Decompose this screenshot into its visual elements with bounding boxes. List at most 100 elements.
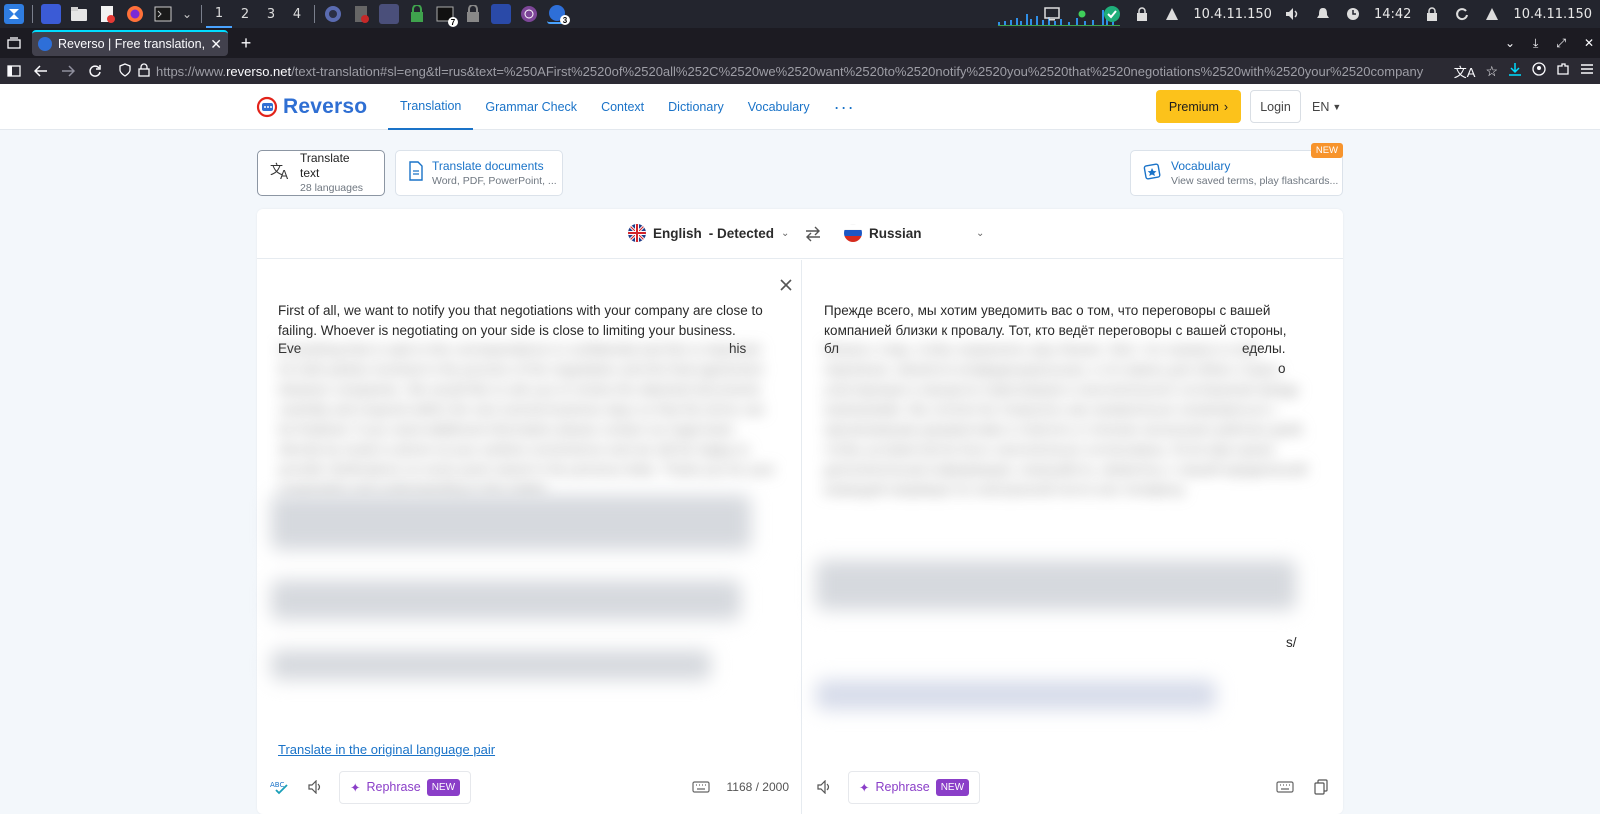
workspace-3[interactable]: 3 — [258, 0, 284, 28]
copy-icon[interactable] — [1310, 776, 1332, 798]
lock-status-icon[interactable] — [1133, 5, 1151, 23]
premium-label: Premium — [1168, 99, 1219, 114]
nav-vocabulary[interactable]: Vocabulary — [736, 84, 822, 130]
new-tab-button[interactable]: + — [232, 30, 260, 56]
clear-text-icon[interactable] — [779, 278, 793, 292]
address-bar[interactable]: https://www.reverso.net/text-translation… — [118, 59, 1440, 83]
target-text-area: Прежде всего, мы хотим уведомить вас о т… — [802, 260, 1343, 814]
target-language-select[interactable]: Russian ⌄ — [844, 224, 984, 242]
minimize-icon[interactable]: ⤓ — [1533, 36, 1538, 51]
spellcheck-icon[interactable]: ABC — [269, 776, 291, 798]
nav-translation[interactable]: Translation — [388, 84, 474, 130]
more-menu-icon[interactable]: ··· — [822, 84, 867, 130]
site-header: Reverso Translation Grammar Check Contex… — [0, 84, 1600, 130]
pdf-app-icon[interactable] — [351, 4, 371, 24]
keyring-icon[interactable] — [463, 4, 483, 24]
browser-tab-reverso[interactable]: Reverso | Free translation, d ✕ — [32, 30, 228, 56]
rephrase-button[interactable]: ✦ Rephrase NEW — [339, 770, 472, 804]
swap-languages-icon[interactable] — [802, 224, 824, 244]
screen-lock-icon[interactable] — [1423, 5, 1441, 23]
detected-label: - Detected — [708, 225, 775, 241]
app-launcher-icon[interactable] — [4, 4, 24, 24]
os-taskbar: ⌄ 1 2 3 4 7 3 10.4.11.150 14:42 10.4.11.… — [0, 0, 1600, 28]
blurred-block — [816, 680, 1216, 710]
keyboard-icon[interactable] — [690, 776, 712, 798]
screen-icon[interactable] — [1043, 5, 1061, 23]
chromium-icon[interactable] — [323, 4, 343, 24]
reload-icon[interactable] — [82, 59, 108, 83]
firefox-icon[interactable] — [125, 4, 145, 24]
source-language-select[interactable]: English - Detected ⌄ — [628, 224, 789, 242]
keyboard-icon[interactable] — [1274, 776, 1296, 798]
target-language-label: Russian — [869, 225, 922, 241]
bookmark-star-icon[interactable]: ☆ — [1485, 63, 1498, 80]
chevron-down-icon[interactable]: ⌄ — [181, 4, 193, 24]
translate-documents-subtitle: Word, PDF, PowerPoint, ... — [432, 174, 557, 187]
menu-icon[interactable] — [1580, 62, 1594, 80]
lock-app-icon[interactable] — [407, 4, 427, 24]
network-icon[interactable] — [1483, 5, 1501, 23]
taskbar-separator — [32, 5, 33, 23]
lock-icon[interactable] — [138, 62, 150, 80]
speaker-icon[interactable] — [814, 776, 836, 798]
volume-icon[interactable] — [1284, 5, 1302, 23]
document-viewer-icon[interactable] — [97, 4, 117, 24]
url-text[interactable]: https://www.reverso.net/text-translation… — [156, 64, 1440, 79]
speaker-icon[interactable] — [305, 776, 327, 798]
translate-page-icon[interactable]: 文A — [1454, 62, 1476, 81]
tor-browser-icon[interactable] — [519, 4, 539, 24]
account-icon[interactable] — [1532, 61, 1546, 81]
browser-tab-bar: Reverso | Free translation, d ✕ + ⌄ ⤓ ⤢ … — [0, 28, 1600, 58]
premium-button[interactable]: Premium › — [1156, 90, 1241, 123]
workspace-1[interactable]: 1 — [206, 0, 232, 28]
close-tab-icon[interactable]: ✕ — [210, 36, 222, 53]
tab-title: Reverso | Free translation, d — [58, 37, 205, 51]
terminal-window-icon[interactable]: 7 — [435, 4, 458, 27]
nav-dictionary[interactable]: Dictionary — [656, 84, 736, 130]
sidebar-toggle-icon[interactable] — [1, 59, 27, 83]
vocabulary-card[interactable]: Vocabulary View saved terms, play flashc… — [1130, 143, 1343, 196]
window-app-icon[interactable] — [379, 4, 399, 24]
caret-down-icon: ▼ — [1332, 101, 1342, 112]
workspace-4[interactable]: 4 — [284, 0, 310, 28]
target-text-blurred-region: близок к тому, чтобы ограничить ваш бизн… — [812, 318, 1332, 738]
downloads-icon[interactable] — [1508, 62, 1522, 81]
rephrase-button[interactable]: ✦ Rephrase NEW — [848, 770, 981, 804]
power-refresh-icon[interactable] — [1453, 5, 1471, 23]
translate-documents-card[interactable]: Translate documents Word, PDF, PowerPoin… — [395, 150, 563, 196]
login-button[interactable]: Login — [1250, 90, 1301, 123]
taskbar-separator — [314, 5, 315, 23]
terminal-icon[interactable] — [153, 4, 173, 24]
email-app-icon[interactable] — [491, 4, 511, 24]
translate-text-card[interactable]: 文A Translate text 28 languages — [257, 150, 385, 196]
url-path: /text-translation#sl=eng&tl=rus&text=%25… — [291, 63, 1424, 79]
blurred-block — [271, 650, 711, 680]
language-selector-row: English - Detected ⌄ Russian ⌄ — [257, 209, 1343, 259]
reverso-app-icon[interactable]: 3 — [547, 4, 570, 25]
desktop-icon[interactable] — [41, 4, 61, 24]
close-window-icon[interactable]: ✕ — [1584, 36, 1594, 50]
list-all-tabs-icon[interactable]: ⌄ — [1505, 36, 1515, 50]
window-count-badge: 7 — [448, 17, 458, 27]
source-text-area[interactable]: First of all, we want to notify you that… — [257, 260, 801, 814]
vpn-icon[interactable] — [1163, 5, 1181, 23]
original-language-pair-link[interactable]: Translate in the original language pair — [278, 742, 495, 757]
notification-bell-icon[interactable] — [1314, 5, 1332, 23]
shield-icon[interactable] — [118, 62, 132, 80]
file-manager-icon[interactable] — [69, 4, 89, 24]
nav-context[interactable]: Context — [589, 84, 656, 130]
back-icon[interactable] — [28, 59, 54, 83]
ui-language-select[interactable]: EN ▼ — [1312, 90, 1341, 123]
nav-grammar-check[interactable]: Grammar Check — [473, 84, 589, 130]
new-badge: NEW — [1310, 143, 1343, 158]
extensions-icon[interactable] — [1556, 62, 1570, 81]
rephrase-label: Rephrase — [875, 780, 930, 794]
sync-app-icon[interactable] — [1103, 5, 1121, 23]
reverso-logo[interactable]: Reverso — [256, 95, 367, 119]
blurred-block — [271, 580, 741, 620]
forward-icon[interactable] — [55, 59, 81, 83]
tab-overview-icon[interactable] — [0, 28, 28, 58]
workspace-2[interactable]: 2 — [232, 0, 258, 28]
translate-documents-title: Translate documents — [432, 158, 544, 173]
maximize-icon[interactable]: ⤢ — [1556, 36, 1566, 51]
